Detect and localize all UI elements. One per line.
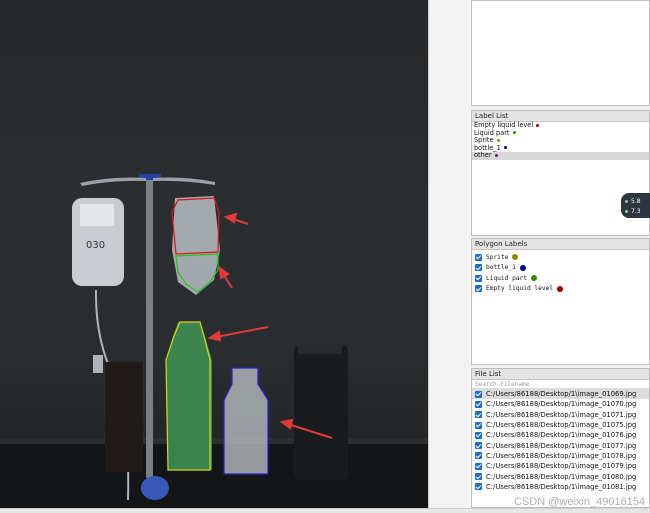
- label-color-dot: [512, 131, 516, 134]
- label-list-panel: Label List Empty liquid level Liquid par…: [471, 110, 650, 236]
- file-list-item[interactable]: C:/Users/86188/Desktop/1\image_01077.jpg: [472, 440, 649, 450]
- polygon-labels-list: Sprite bottle_1 Liquid part Empty liquid…: [472, 250, 649, 294]
- polygon-labels-panel: Polygon Labels Sprite bottle_1 Liquid pa…: [471, 238, 650, 365]
- drip-bag-label: 030: [86, 240, 105, 251]
- visibility-checkbox[interactable]: [475, 264, 482, 272]
- visibility-checkbox[interactable]: [475, 253, 482, 261]
- label-color-dot: [496, 138, 500, 142]
- flags-panel: [471, 0, 650, 106]
- label-list-item[interactable]: bottle_1: [472, 144, 649, 153]
- speed-value: 7.3: [631, 207, 641, 215]
- file-checkbox[interactable]: [475, 483, 482, 491]
- file-checkbox[interactable]: [475, 473, 482, 481]
- file-path: C:/Users/86188/Desktop/1\image_01070.jpg: [486, 400, 637, 409]
- image-canvas[interactable]: 030: [0, 0, 428, 510]
- file-checkbox[interactable]: [475, 411, 482, 419]
- file-list-item[interactable]: C:/Users/86188/Desktop/1\image_01080.jpg: [472, 471, 649, 481]
- file-list-item[interactable]: C:/Users/86188/Desktop/1\image_01070.jpg: [472, 399, 649, 409]
- polygon-label-text: bottle_1: [486, 264, 516, 272]
- file-path: C:/Users/86188/Desktop/1\image_01069.jpg: [486, 390, 637, 399]
- file-list-item[interactable]: C:/Users/86188/Desktop/1\image_01075.jpg: [472, 420, 649, 430]
- polygon-label-text: Liquid part: [486, 274, 527, 282]
- file-path: C:/Users/86188/Desktop/1\image_01071.jpg: [486, 410, 637, 419]
- polygon-label-item[interactable]: Empty liquid level: [472, 284, 649, 295]
- polygon-label-item[interactable]: Sprite: [472, 252, 649, 263]
- file-checkbox[interactable]: [475, 452, 482, 460]
- polygon-color-dot: [512, 254, 519, 261]
- panel-divider: [428, 0, 471, 510]
- visibility-checkbox[interactable]: [475, 274, 482, 282]
- file-list-item[interactable]: C:/Users/86188/Desktop/1\image_01076.jpg: [472, 430, 649, 440]
- file-list-item[interactable]: C:/Users/86188/Desktop/1\image_01071.jpg: [472, 410, 649, 420]
- polygon-label-item[interactable]: bottle_1: [472, 263, 649, 274]
- file-path: C:/Users/86188/Desktop/1\image_01076.jpg: [486, 431, 637, 440]
- status-bar: [0, 508, 650, 513]
- label-color-dot: [536, 123, 540, 127]
- speed-value: 5.8: [631, 197, 641, 205]
- file-list-item[interactable]: C:/Users/86188/Desktop/1\image_01069.jpg: [472, 389, 649, 400]
- label-list-item[interactable]: Liquid part: [472, 129, 649, 138]
- file-path: C:/Users/86188/Desktop/1\image_01078.jpg: [486, 451, 637, 460]
- file-checkbox[interactable]: [475, 390, 482, 398]
- file-path: C:/Users/86188/Desktop/1\image_01077.jpg: [486, 441, 637, 450]
- polygon-color-dot: [557, 285, 564, 292]
- up-indicator-icon: [625, 199, 628, 203]
- polygon-label-text: Sprite: [486, 253, 509, 261]
- file-list-item[interactable]: C:/Users/86188/Desktop/1\image_01081.jpg: [472, 482, 649, 492]
- label-list-item[interactable]: other: [472, 151, 649, 160]
- polygon-color-dot: [519, 264, 526, 271]
- file-list-title: File List: [472, 369, 649, 380]
- file-list-item[interactable]: C:/Users/86188/Desktop/1\image_01078.jpg: [472, 451, 649, 461]
- watermark: CSDN @weixin_49016154: [514, 496, 646, 508]
- file-path: C:/Users/86188/Desktop/1\image_01080.jpg: [486, 472, 637, 481]
- filename-search-input[interactable]: Search Filename: [472, 380, 649, 389]
- polygon-label-item[interactable]: Liquid part: [472, 273, 649, 284]
- file-checkbox[interactable]: [475, 442, 482, 450]
- polygon-label-text: Empty liquid level: [486, 285, 554, 293]
- visibility-checkbox[interactable]: [475, 285, 482, 293]
- file-list-panel: File List Search Filename C:/Users/86188…: [471, 368, 650, 508]
- file-path: C:/Users/86188/Desktop/1\image_01075.jpg: [486, 421, 637, 430]
- polygon-color-dot: [530, 275, 537, 282]
- file-checkbox[interactable]: [475, 431, 482, 439]
- label-color-dot: [494, 153, 498, 157]
- file-list-item[interactable]: C:/Users/86188/Desktop/1\image_01079.jpg: [472, 461, 649, 471]
- file-checkbox[interactable]: [475, 400, 482, 408]
- label-list: Empty liquid level Liquid part Sprite bo…: [472, 121, 649, 160]
- file-list: C:/Users/86188/Desktop/1\image_01069.jpg…: [472, 389, 649, 492]
- file-checkbox[interactable]: [475, 462, 482, 470]
- down-indicator-icon: [625, 209, 628, 213]
- label-text: other: [474, 151, 492, 159]
- file-path: C:/Users/86188/Desktop/1\image_01079.jpg: [486, 462, 637, 471]
- polygon-labels-title: Polygon Labels: [472, 239, 649, 250]
- label-color-dot: [503, 146, 507, 149]
- file-path: C:/Users/86188/Desktop/1\image_01081.jpg: [486, 482, 637, 491]
- file-checkbox[interactable]: [475, 421, 482, 429]
- speed-widget[interactable]: 5.8 7.3: [621, 193, 650, 218]
